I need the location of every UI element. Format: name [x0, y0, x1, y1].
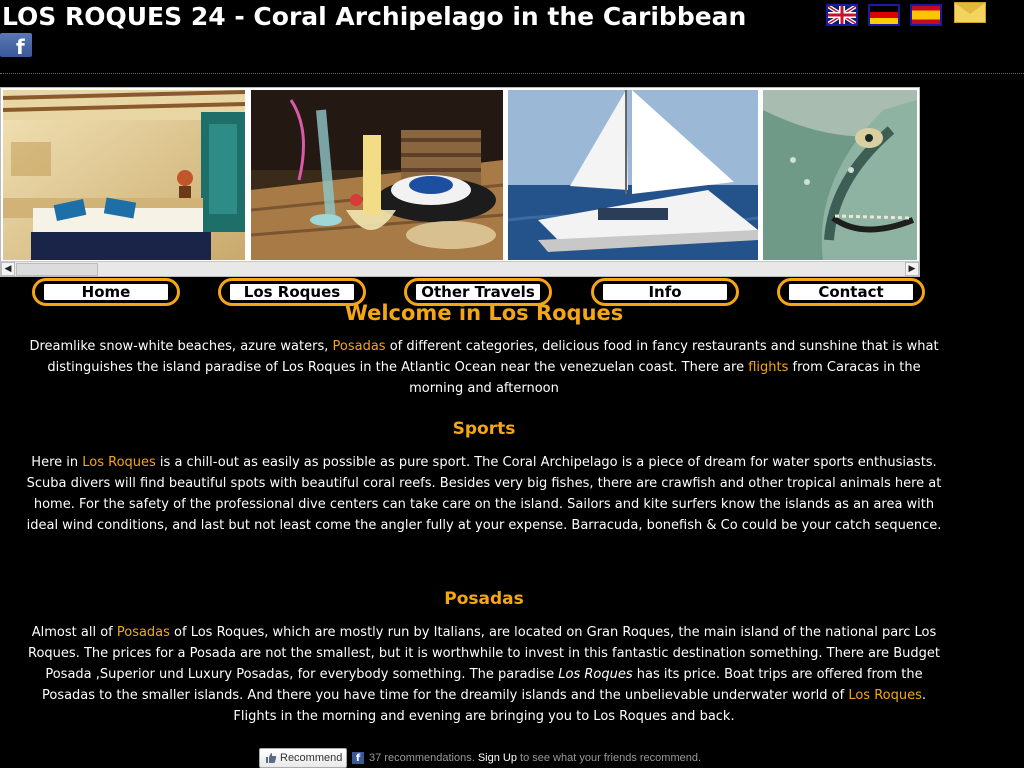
- mail-icon[interactable]: [954, 2, 986, 23]
- sports-text: is a chill-out as easily as possible as …: [26, 455, 942, 533]
- flights-link[interactable]: flights: [748, 360, 788, 375]
- posadas-link[interactable]: Posadas: [333, 339, 386, 354]
- recommend-label: Recommend: [280, 752, 343, 764]
- page-title: LOS ROQUES 24 - Coral Archipelago in the…: [2, 2, 747, 31]
- sports-heading: Sports: [452, 419, 516, 439]
- recommend-count-text: 37 recommendations.: [369, 752, 475, 764]
- posada-room-photo: [3, 90, 245, 260]
- catamaran-photo: [508, 90, 758, 260]
- spain-flag-icon[interactable]: [910, 4, 942, 26]
- los-roques-link[interactable]: Los Roques: [848, 688, 922, 703]
- los-roques-link[interactable]: Los Roques: [82, 455, 156, 470]
- posadas-text: Almost all of: [31, 625, 117, 640]
- signup-link[interactable]: Sign Up: [478, 752, 517, 764]
- welcome-heading: Welcome in Los Roques: [344, 301, 624, 325]
- divider: [0, 73, 1024, 74]
- posadas-heading: Posadas: [444, 589, 524, 609]
- posadas-link[interactable]: Posadas: [117, 625, 170, 640]
- facebook-small-icon: f: [352, 752, 364, 764]
- facebook-icon[interactable]: f: [0, 33, 32, 57]
- scroll-thumb[interactable]: [16, 263, 98, 276]
- sports-paragraph: Here in Los Roques is a chill-out as eas…: [20, 452, 948, 536]
- posadas-paragraph: Almost all of Posadas of Los Roques, whi…: [20, 622, 948, 727]
- scroll-left-button[interactable]: ◀: [1, 262, 15, 276]
- scroll-right-button[interactable]: ▶: [905, 262, 919, 276]
- dinner-table-photo: [251, 90, 503, 260]
- recommend-button[interactable]: Recommend: [259, 748, 347, 768]
- intro-text: Dreamlike snow-white beaches, azure wate…: [29, 339, 333, 354]
- recommend-tail-text: to see what your friends recommend.: [516, 752, 702, 764]
- gallery-scrollbar[interactable]: ◀ ▶: [1, 261, 919, 276]
- fish-photo: [763, 90, 917, 260]
- germany-flag-icon[interactable]: [868, 4, 900, 26]
- los-roques-italic: Los Roques: [558, 667, 633, 682]
- sports-text: Here in: [31, 455, 83, 470]
- uk-flag-icon[interactable]: [826, 4, 858, 26]
- facebook-glyph: f: [16, 35, 25, 59]
- intro-paragraph: Dreamlike snow-white beaches, azure wate…: [20, 336, 948, 399]
- recommend-count: 37 recommendations. Sign Up to see what …: [369, 752, 701, 764]
- facebook-recommend-bar: Recommend f 37 recommendations. Sign Up …: [259, 748, 719, 768]
- thumbs-up-icon: [266, 753, 277, 763]
- photo-gallery: ◀ ▶: [0, 87, 920, 277]
